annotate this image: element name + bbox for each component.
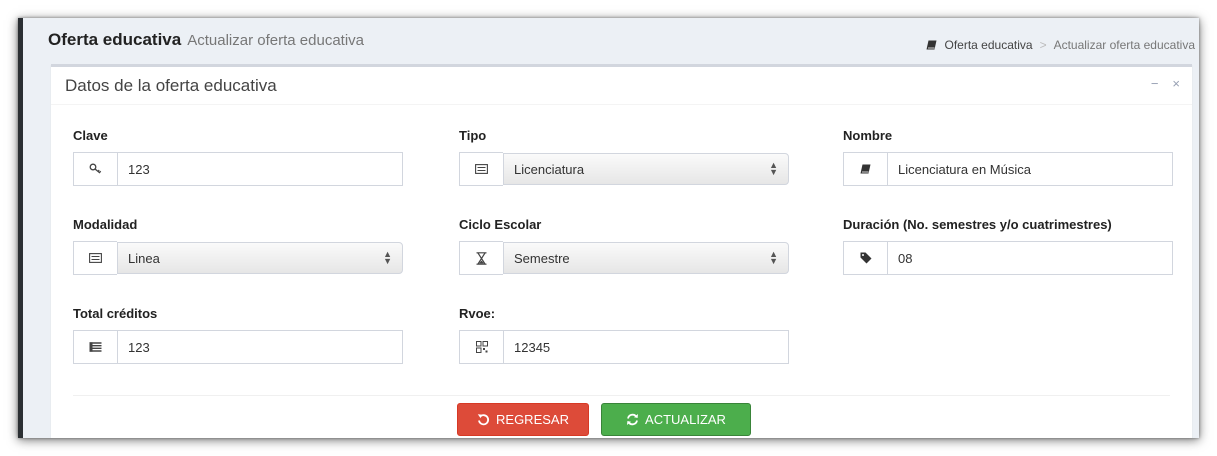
field-modalidad: Modalidad Linea ▲ ▼	[73, 217, 403, 275]
breadcrumb: Oferta educativa > Actualizar oferta edu…	[926, 38, 1195, 52]
tipo-input-group: Licenciatura ▲ ▼	[459, 152, 789, 186]
breadcrumb-separator: >	[1039, 38, 1047, 52]
field-nombre: Nombre Licenciatura en Música	[843, 128, 1173, 186]
modalidad-select-value: Linea	[128, 250, 160, 266]
nombre-input[interactable]: Licenciatura en Música	[887, 152, 1173, 186]
breadcrumb-current: Actualizar oferta educativa	[1053, 38, 1195, 52]
page-title-text: Oferta educativa	[48, 30, 182, 49]
page-subtitle: Actualizar oferta educativa	[187, 32, 364, 49]
undo-icon	[477, 413, 490, 426]
field-clave: Clave 123	[73, 128, 403, 186]
modalidad-input-group: Linea ▲ ▼	[73, 241, 403, 275]
tipo-select[interactable]: Licenciatura ▲ ▼	[503, 153, 789, 185]
field-total-creditos: Total créditos 123	[73, 306, 403, 364]
hourglass-icon	[459, 241, 503, 275]
collapse-button[interactable]: −	[1151, 77, 1159, 91]
modalidad-label: Modalidad	[73, 217, 138, 232]
field-ciclo-escolar: Ciclo Escolar Semestre ▲ ▼	[459, 217, 789, 275]
app-window: Oferta educativa Actualizar oferta educat…	[18, 18, 1199, 438]
modalidad-select[interactable]: Linea ▲ ▼	[117, 242, 403, 274]
tipo-label: Tipo	[459, 128, 487, 143]
box-tools: − ×	[1151, 77, 1180, 91]
content-header: Oferta educativa Actualizar oferta educat…	[23, 18, 1199, 62]
form-box: Datos de la oferta educativa − × Clave 1…	[51, 64, 1192, 438]
field-duracion: Duración (No. semestres y/o cuatrimestre…	[843, 217, 1173, 275]
box-title: Datos de la oferta educativa	[65, 76, 277, 95]
list-icon	[73, 241, 117, 275]
ciclo-input-group: Semestre ▲ ▼	[459, 241, 789, 275]
list-alt-icon	[73, 330, 117, 364]
tipo-select-value: Licenciatura	[514, 161, 585, 177]
tag-icon	[843, 241, 887, 275]
nombre-input-group: Licenciatura en Música	[843, 152, 1173, 186]
rvoe-input[interactable]: 12345	[503, 330, 789, 364]
regresar-button[interactable]: REGRESAR	[457, 403, 589, 436]
book-icon	[926, 40, 937, 50]
regresar-button-label: REGRESAR	[496, 412, 569, 427]
box-header: Datos de la oferta educativa − ×	[51, 67, 1192, 105]
ciclo-select[interactable]: Semestre ▲ ▼	[503, 242, 789, 274]
select-caret-icon: ▲ ▼	[383, 249, 392, 266]
field-tipo: Tipo Licenciatura ▲ ▼	[459, 128, 789, 186]
qrcode-icon	[459, 330, 503, 364]
creditos-label: Total créditos	[73, 306, 158, 321]
select-caret-icon: ▲ ▼	[769, 160, 778, 177]
select-caret-icon: ▲ ▼	[769, 249, 778, 266]
ciclo-select-value: Semestre	[514, 250, 570, 266]
creditos-input[interactable]: 123	[117, 330, 403, 364]
key-icon	[73, 152, 117, 186]
list-icon	[459, 152, 503, 186]
close-button[interactable]: ×	[1172, 77, 1180, 91]
duracion-label: Duración (No. semestres y/o cuatrimestre…	[843, 217, 1112, 232]
duracion-input[interactable]: 08	[887, 241, 1173, 275]
rvoe-label: Rvoe:	[459, 306, 496, 321]
book-icon	[843, 152, 887, 186]
field-rvoe: Rvoe: 12345	[459, 306, 789, 364]
actualizar-button[interactable]: ACTUALIZAR	[601, 403, 751, 436]
breadcrumb-link-oferta[interactable]: Oferta educativa	[945, 38, 1033, 52]
clave-label: Clave	[73, 128, 108, 143]
actualizar-button-label: ACTUALIZAR	[645, 412, 726, 427]
clave-input-group: 123	[73, 152, 403, 186]
rvoe-input-group: 12345	[459, 330, 789, 364]
creditos-input-group: 123	[73, 330, 403, 364]
page-title: Oferta educativa Actualizar oferta educat…	[48, 30, 364, 50]
duracion-input-group: 08	[843, 241, 1173, 275]
nombre-label: Nombre	[843, 128, 893, 143]
refresh-icon	[626, 413, 639, 426]
clave-input[interactable]: 123	[117, 152, 403, 186]
form-divider	[73, 395, 1170, 396]
ciclo-label: Ciclo Escolar	[459, 217, 542, 232]
